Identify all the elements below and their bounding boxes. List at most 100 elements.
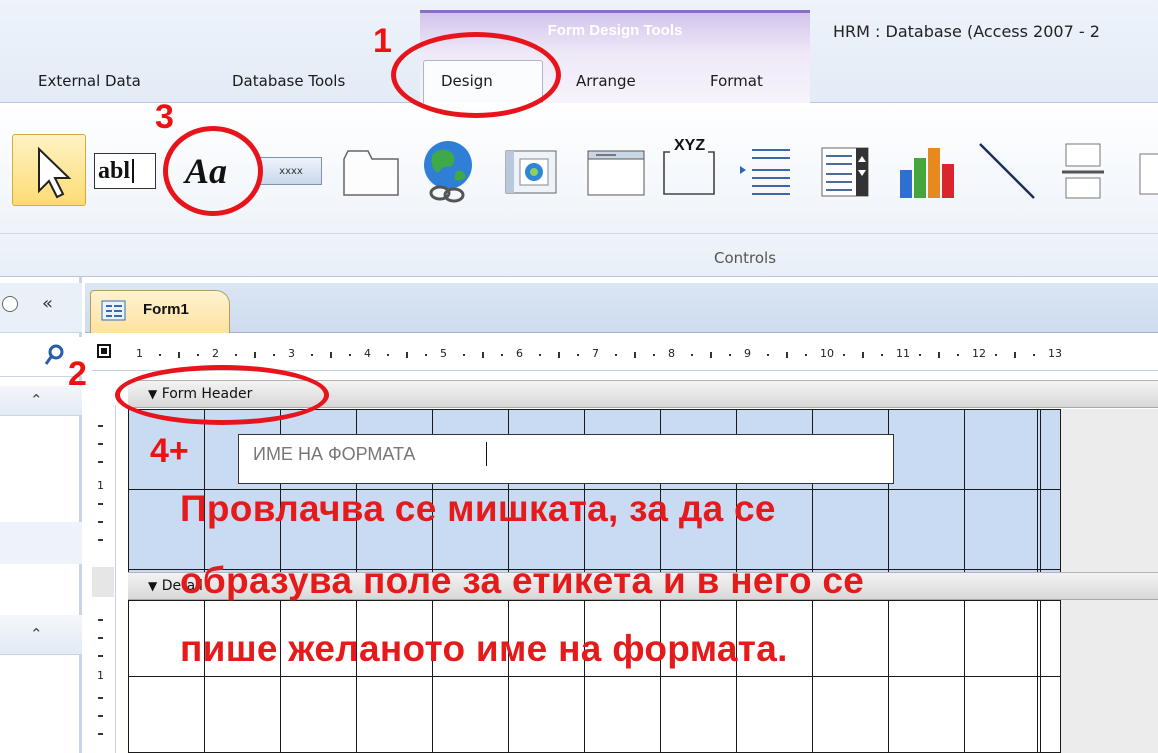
expand-chevron-icon[interactable]: ⌃ [30,391,43,409]
ruler-tick [1033,354,1035,356]
ruler-tick [501,354,503,356]
instruction-line-3: пише желаното име на формата. [180,628,788,669]
ruler-tick [938,352,940,358]
button-control-button[interactable]: xxxx [256,136,326,206]
detail-outside-area [1060,600,1158,753]
form-title-label-text[interactable]: ИМЕ НА ФОРМАТА [253,444,415,465]
bar-chart-icon [900,148,954,198]
page-break-icon [1062,143,1104,199]
option-group-label: XYZ [674,137,706,154]
ruler-tick [710,352,712,358]
ruler-ticks: 1 2 3 4 5 6 7 8 9 10 11 12 13 [136,346,1158,366]
textbox-icon: abl [94,153,156,189]
ruler-number: 13 [1048,347,1062,360]
page-break-button[interactable] [1054,136,1114,206]
option-group-button[interactable]: XYZ [654,136,724,206]
tab-external-data[interactable]: External Data [38,72,141,90]
ruler-tick [862,352,864,358]
ruler-tick [729,354,731,356]
detail-design-grid[interactable] [128,600,1060,753]
annotation-step-2: 2 [68,355,87,393]
tab-control-button[interactable] [336,136,406,206]
form-header-outside-area [1060,409,1158,572]
ruler-tick [1014,352,1016,358]
form1-tab-label: Form1 [143,301,189,318]
tab-control-icon [343,150,399,196]
ruler-tick [558,352,560,358]
ruler-tick [425,354,427,356]
annotation-step-3: 3 [155,98,174,136]
textbox-icon-label: abl [98,157,131,184]
instruction-line-2: образува поле за етикета и в него се [180,560,865,601]
annotation-ellipse-form-header [115,365,329,425]
ruler-number: 8 [668,347,675,360]
ruler-tick [634,352,636,358]
vruler-mark: 1 [97,479,104,492]
nav-pane-header: « [0,283,82,333]
ruler-tick [330,352,332,358]
annotation-ellipse-label-tool [163,126,263,216]
search-icon[interactable] [44,343,68,369]
tab-format[interactable]: Format [710,72,763,90]
ruler-tick [235,354,237,356]
ruler-tick [881,354,883,356]
collapse-nav-icon[interactable]: « [42,293,53,314]
text-caret [486,442,487,466]
ruler-number: 2 [212,347,219,360]
ruler-tick [273,354,275,356]
grid-line [1037,409,1038,572]
form-selector-mark [101,348,107,354]
document-tab-strip [85,283,1158,333]
hyperlink-control-button[interactable] [410,136,486,206]
ruler-number: 11 [896,347,910,360]
globe-link-icon [424,141,472,203]
list-box-icon [740,149,790,195]
vruler-mark: 1 [97,669,104,682]
ruler-tick [805,354,807,356]
nav-menu-icon[interactable] [2,296,18,312]
app-title: HRM : Database (Access 2007 - 2 [833,22,1100,41]
chart-control-button[interactable] [892,136,962,206]
ruler-tick [463,354,465,356]
ruler-number: 10 [820,347,834,360]
annotation-ellipse-design-tab [391,32,561,118]
more-controls-button[interactable] [1134,136,1158,206]
window-icon [587,150,645,196]
line-control-button[interactable] [972,136,1042,206]
ruler-number: 7 [592,347,599,360]
ruler-tick [178,352,180,358]
nav-group-header-2[interactable]: ⌃ [0,615,82,655]
ruler-tick [577,354,579,356]
ruler-tick [995,354,997,356]
ruler-number: 12 [972,347,986,360]
ruler-tick [539,354,541,356]
expand-chevron-icon[interactable]: ⌃ [30,625,43,643]
pointer-icon [38,146,72,199]
ruler-tick [843,354,845,356]
subform-control-button[interactable] [580,136,650,206]
tab-database-tools[interactable]: Database Tools [232,72,345,90]
section-arrow-icon: ▼ [148,579,158,593]
ruler-number: 4 [364,347,371,360]
ruler-tick [406,352,408,358]
textbox-control-button[interactable]: abl [92,136,158,206]
ruler-tick [919,354,921,356]
form-icon [101,300,126,321]
ruler-number: 3 [288,347,295,360]
ruler-tick [159,354,161,356]
ruler-tick [615,354,617,356]
list-box-button[interactable] [732,136,802,206]
image-control-button[interactable] [496,136,566,206]
combo-box-button[interactable] [812,136,882,206]
annotation-step-1: 1 [373,22,392,60]
select-pointer-button[interactable] [12,134,86,206]
nav-selected-item[interactable] [0,522,82,564]
ruler-tick [767,354,769,356]
ribbon-divider [0,233,1158,234]
grid-line [1037,600,1038,753]
ruler-tick [957,354,959,356]
tab-arrange[interactable]: Arrange [576,72,636,90]
ruler-tick [254,352,256,358]
ruler-number: 5 [440,347,447,360]
ruler-tick [786,352,788,358]
